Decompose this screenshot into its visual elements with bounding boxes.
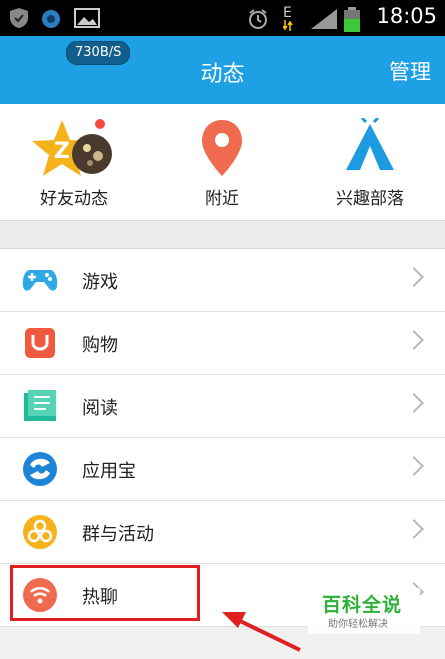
tent-icon: [346, 118, 394, 170]
quick-item-nearby[interactable]: 附近: [148, 104, 296, 220]
group-activity-icon: [23, 515, 57, 549]
shield-icon: [10, 8, 28, 28]
list-item-groups-activities[interactable]: 群与活动: [0, 501, 445, 564]
list-item-app-store[interactable]: 应用宝: [0, 438, 445, 501]
chevron-right-icon: [404, 393, 424, 413]
quick-item-friend-feed[interactable]: Z 好友动态: [0, 104, 148, 220]
watermark-logo: 百科全说 助你轻松解决: [308, 588, 420, 634]
app-store-icon: [23, 452, 57, 486]
chevron-right-icon: [404, 330, 424, 350]
list-item-label: 购物: [82, 335, 118, 356]
list-item-games[interactable]: 游戏: [0, 249, 445, 312]
shopping-bag-icon: [25, 328, 55, 358]
list-item-reading[interactable]: 阅读: [0, 375, 445, 438]
status-bar: E 18:05: [0, 0, 445, 36]
page-title: 动态: [200, 62, 245, 87]
location-pin-icon: [202, 120, 242, 176]
quick-label: 好友动态: [40, 189, 108, 209]
watermark-main: 百科全说: [322, 594, 403, 616]
star-z-icon: Z: [32, 119, 112, 176]
chevron-right-icon: [404, 267, 424, 287]
status-time: 18:05: [376, 4, 437, 28]
section-divider: [0, 221, 445, 249]
signal-icon: [311, 9, 337, 29]
list-item-label: 应用宝: [82, 461, 136, 482]
app-header: 730B/S 动态 管理: [0, 36, 445, 104]
image-icon: [74, 8, 100, 28]
battery-icon: [344, 7, 360, 32]
chevron-right-icon: [404, 456, 424, 476]
network-type: E: [283, 5, 292, 21]
svg-text:Z: Z: [54, 139, 70, 164]
manage-button[interactable]: 管理: [389, 56, 431, 86]
quick-label: 附近: [205, 189, 239, 209]
chevron-right-icon: [404, 519, 424, 539]
list-item-label: 游戏: [82, 272, 118, 293]
watermark-sub: 助你轻松解决: [328, 619, 388, 630]
quick-item-interest-tribe[interactable]: 兴趣部落: [296, 104, 444, 220]
list-item-label: 阅读: [82, 398, 118, 419]
list-item-shopping[interactable]: 购物: [0, 312, 445, 375]
highlight-box: [10, 565, 200, 621]
gamepad-icon: [22, 270, 58, 291]
data-arrows-icon: [283, 20, 293, 31]
book-icon: [24, 390, 56, 421]
quick-label: 兴趣部落: [336, 189, 404, 209]
list-item-label: 群与活动: [82, 524, 154, 545]
app-notification-icon: [42, 10, 60, 28]
quick-actions: Z 好友动态 附近 兴趣部落: [0, 104, 445, 221]
alarm-icon: [249, 9, 267, 29]
